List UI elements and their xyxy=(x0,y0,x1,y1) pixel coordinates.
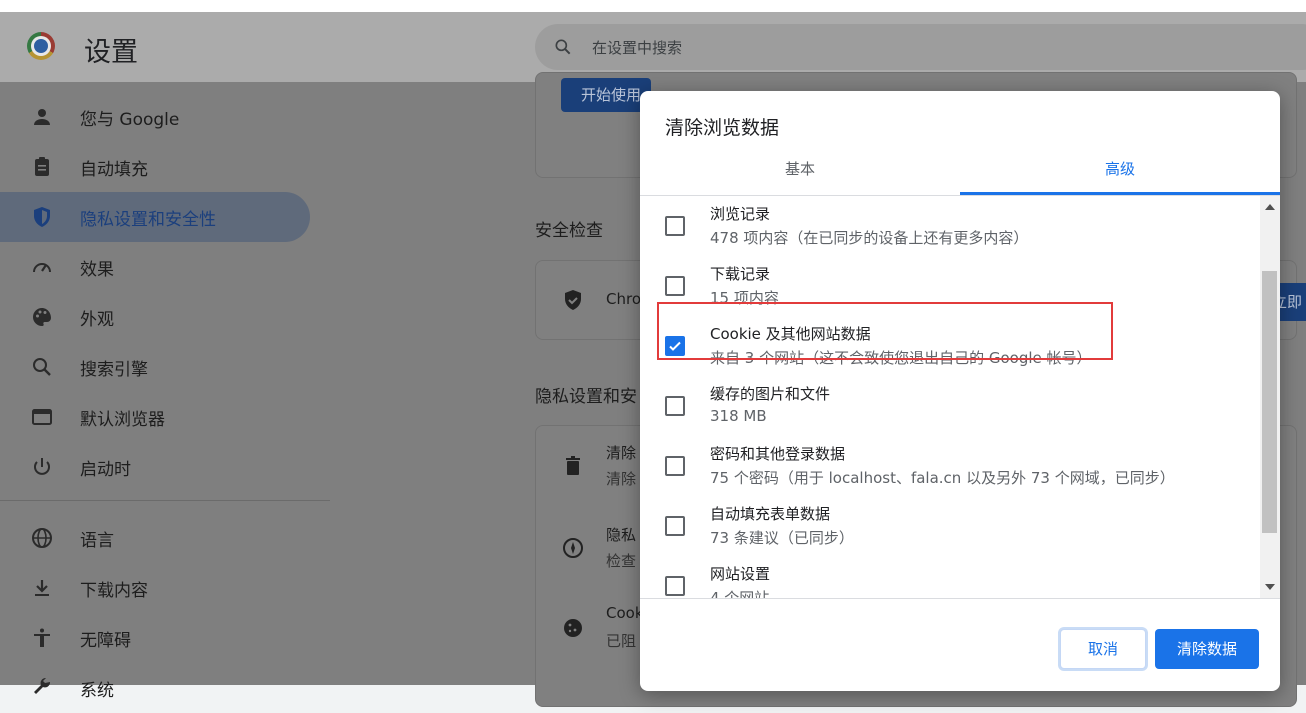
shield-icon xyxy=(34,207,50,227)
page-title: 设置 xyxy=(84,37,138,68)
sidebar-item-on-startup[interactable]: 启动时 xyxy=(0,442,310,492)
privacy-section-title: 隐私设置和安 xyxy=(535,387,637,407)
accessibility-icon xyxy=(34,628,50,647)
cancel-button[interactable]: 取消 xyxy=(1060,629,1146,669)
sidebar-item-label: 无障碍 xyxy=(80,631,131,651)
sidebar-item-label: 外观 xyxy=(80,310,114,330)
privacy-row-subtitle: 清除 xyxy=(606,470,637,488)
scroll-down-arrow-icon[interactable] xyxy=(1265,584,1275,590)
scroll-up-arrow-icon[interactable] xyxy=(1265,204,1275,210)
sidebar-item-system[interactable]: 系统 xyxy=(0,663,310,713)
safety-check-title: 安全检查 xyxy=(535,221,603,241)
privacy-row-subtitle: 检查 xyxy=(606,552,637,570)
sidebar-item-downloads[interactable]: 下载内容 xyxy=(0,563,310,613)
data-type-list[interactable]: 浏览记录 478 项内容（在已同步的设备上还有更多内容） 下载记录 15 项内容… xyxy=(640,196,1260,598)
privacy-row-title: Cook xyxy=(606,604,644,622)
item-title: 缓存的图片和文件 xyxy=(710,385,831,403)
sidebar-item-autofill[interactable]: 自动填充 xyxy=(0,142,310,192)
sidebar-item-label: 效果 xyxy=(80,260,114,280)
privacy-row-title: 清除 xyxy=(606,444,637,462)
clear-data-button[interactable]: 清除数据 xyxy=(1155,629,1259,669)
list-item-browsing-history[interactable]: 浏览记录 478 项内容（在已同步的设备上还有更多内容） xyxy=(640,205,1260,266)
list-item-passwords[interactable]: 密码和其他登录数据 75 个密码（用于 localhost、fala.cn 以及… xyxy=(640,445,1260,506)
start-button[interactable]: 开始使用 xyxy=(561,78,651,112)
search-input[interactable]: 在设置中搜索 xyxy=(535,24,1306,70)
checkbox[interactable] xyxy=(665,576,685,596)
window-top-strip xyxy=(0,0,1306,12)
sidebar-item-label: 语言 xyxy=(80,531,114,551)
checkbox[interactable] xyxy=(665,516,685,536)
sidebar-divider xyxy=(0,500,330,501)
sidebar-item-label: 默认浏览器 xyxy=(80,410,165,430)
checkbox[interactable] xyxy=(665,456,685,476)
search-icon xyxy=(555,39,571,55)
list-item-autofill-data[interactable]: 自动填充表单数据 73 条建议（已同步） xyxy=(640,505,1260,566)
item-title: 下载记录 xyxy=(710,265,771,283)
tab-basic[interactable]: 基本 xyxy=(640,147,960,195)
sidebar-item-accessibility[interactable]: 无障碍 xyxy=(0,613,310,663)
checkbox[interactable] xyxy=(665,216,685,236)
tab-advanced[interactable]: 高级 xyxy=(960,147,1280,195)
compass-icon xyxy=(563,538,583,558)
download-icon xyxy=(35,580,49,596)
sidebar-item-default-browser[interactable]: 默认浏览器 xyxy=(0,392,310,442)
browser-window-icon xyxy=(32,409,52,425)
dialog-title: 清除浏览数据 xyxy=(665,117,780,139)
privacy-row-title: 隐私 xyxy=(606,526,637,544)
sidebar-item-label: 启动时 xyxy=(80,460,131,480)
checkbox[interactable] xyxy=(665,396,685,416)
sidebar-item-performance[interactable]: 效果 xyxy=(0,242,310,292)
item-title: 浏览记录 xyxy=(710,205,771,223)
person-icon xyxy=(34,109,50,125)
list-item-cached-images[interactable]: 缓存的图片和文件 318 MB xyxy=(640,385,1260,446)
globe-icon xyxy=(32,528,52,548)
sidebar-item-label: 隐私设置和安全性 xyxy=(80,210,216,230)
sidebar-item-label: 搜索引擎 xyxy=(80,360,148,380)
clear-browsing-data-dialog: 清除浏览数据 基本 高级 浏览记录 478 项内容（在已同步的设备上还有更多内容… xyxy=(640,91,1280,691)
power-icon xyxy=(34,458,50,475)
clipboard-icon xyxy=(35,157,49,176)
item-subtitle: 318 MB xyxy=(710,407,767,425)
sidebar-item-privacy-security[interactable]: 隐私设置和安全性 xyxy=(0,192,310,242)
item-title: 自动填充表单数据 xyxy=(710,505,831,523)
search-placeholder: 在设置中搜索 xyxy=(592,39,683,57)
sidebar-item-search-engine[interactable]: 搜索引擎 xyxy=(0,342,310,392)
shield-check-icon xyxy=(565,290,581,310)
footer-separator xyxy=(640,598,1280,599)
sidebar-item-label: 您与 Google xyxy=(80,110,180,130)
privacy-row-subtitle: 已阻 xyxy=(606,632,637,650)
checkbox[interactable] xyxy=(665,276,685,296)
sidebar-item-you-and-google[interactable]: 您与 Google xyxy=(0,92,310,142)
item-subtitle: 75 个密码（用于 localhost、fala.cn 以及另外 73 个网域，… xyxy=(710,469,1175,487)
sidebar: 您与 Google 自动填充 隐私设置和安全性 效果 外观 搜索引擎 默认浏览器 xyxy=(0,82,330,701)
item-subtitle: 4 个网站 xyxy=(710,589,770,598)
scrollbar-thumb[interactable] xyxy=(1262,271,1277,533)
speedometer-icon xyxy=(33,263,51,273)
trash-icon xyxy=(566,456,580,475)
highlight-box xyxy=(657,302,1113,360)
item-subtitle: 73 条建议（已同步） xyxy=(710,529,854,547)
wrench-icon xyxy=(34,677,51,694)
item-subtitle: 478 项内容（在已同步的设备上还有更多内容） xyxy=(710,229,1029,247)
cookie-icon xyxy=(564,619,582,637)
sidebar-item-label: 下载内容 xyxy=(80,581,148,601)
search-icon xyxy=(33,358,51,376)
sidebar-item-languages[interactable]: 语言 xyxy=(0,513,310,563)
chrome-logo-icon xyxy=(27,32,55,60)
sidebar-item-label: 系统 xyxy=(80,681,114,701)
palette-icon xyxy=(32,308,51,326)
item-title: 网站设置 xyxy=(710,565,771,583)
item-title: 密码和其他登录数据 xyxy=(710,445,846,463)
sidebar-item-label: 自动填充 xyxy=(80,160,148,180)
list-scrollbar[interactable] xyxy=(1260,196,1280,598)
safety-check-row-text: Chro xyxy=(606,290,641,308)
sidebar-item-appearance[interactable]: 外观 xyxy=(0,292,310,342)
list-item-site-settings[interactable]: 网站设置 4 个网站 xyxy=(640,565,1260,598)
